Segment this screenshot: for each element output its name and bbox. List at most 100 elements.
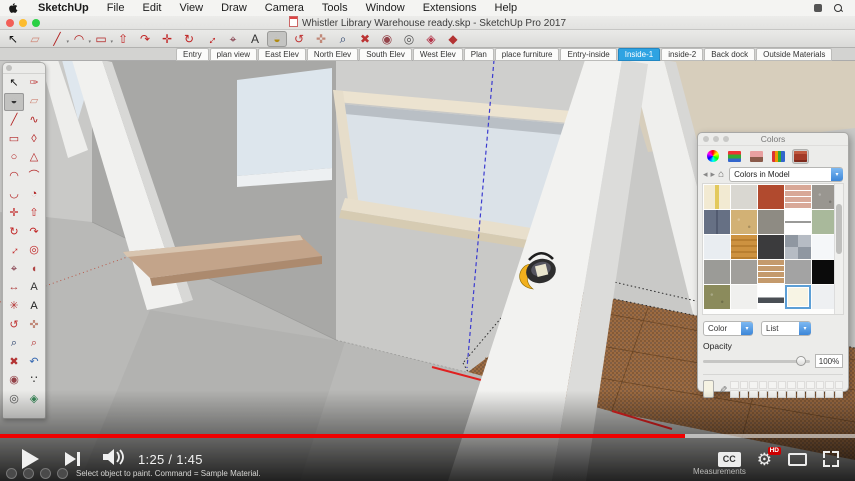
scene-tab-outside-materials[interactable]: Outside Materials xyxy=(756,47,833,61)
color-well[interactable] xyxy=(834,380,843,389)
dimension-tool-icon[interactable]: ↔ xyxy=(4,279,24,298)
material-swatch[interactable] xyxy=(731,185,757,209)
color-well[interactable] xyxy=(758,380,767,389)
rotate-tool-icon[interactable]: ↻ xyxy=(4,223,24,242)
forward-arrow-icon[interactable]: ▸ xyxy=(711,169,716,180)
color-well[interactable] xyxy=(825,389,834,398)
menu-item-help[interactable]: Help xyxy=(486,2,527,14)
follow-me-tool-icon[interactable]: ↷ xyxy=(135,31,155,47)
rotate-tool-icon[interactable]: ↻ xyxy=(179,31,199,47)
opacity-slider[interactable] xyxy=(703,356,810,366)
text-tool-icon[interactable]: A xyxy=(24,279,44,298)
material-swatch[interactable] xyxy=(704,210,730,234)
material-swatch[interactable] xyxy=(758,235,784,259)
look-around-tool-icon[interactable]: ◎ xyxy=(399,31,419,47)
material-swatch[interactable] xyxy=(731,260,757,284)
zoom-tool-icon[interactable]: ⌕ xyxy=(333,31,353,47)
scene-tab-plan-view[interactable]: plan view xyxy=(209,47,258,61)
scene-tab-entry[interactable]: Entry xyxy=(176,47,209,61)
rotated-rectangle-tool-icon[interactable]: ◊ xyxy=(24,130,44,149)
color-well[interactable] xyxy=(815,389,824,398)
menu-extra-icon[interactable] xyxy=(814,4,822,12)
scrollbar-thumb[interactable] xyxy=(836,204,842,254)
material-swatch[interactable] xyxy=(758,185,784,209)
paint-bucket-tool-icon[interactable]: ◒ xyxy=(267,30,287,47)
arc-tool-icon[interactable]: ◠ ▾ xyxy=(69,31,91,47)
menu-item-file[interactable]: File xyxy=(98,2,134,14)
brick-materials-tab[interactable] xyxy=(792,148,809,164)
color-well[interactable] xyxy=(796,389,805,398)
colors-panel-title-bar[interactable]: Colors xyxy=(698,133,848,146)
back-arrow-icon[interactable]: ◂ xyxy=(703,169,708,180)
zoom-window-tool-icon[interactable]: ⌕ xyxy=(24,334,44,353)
select-tool-icon[interactable]: ↖ xyxy=(4,74,24,93)
material-swatch[interactable] xyxy=(704,185,730,209)
rectangle-tool-icon[interactable]: ▭ ▾ xyxy=(91,31,113,47)
section-plane-tool-icon[interactable]: ◈ xyxy=(421,31,441,47)
rectangle-tool-icon[interactable]: ▭ xyxy=(4,130,24,149)
zoom-extents-tool-icon[interactable]: ✖ xyxy=(4,353,24,372)
color-well[interactable] xyxy=(787,389,796,398)
push-pull-tool-icon[interactable]: ⇧ xyxy=(24,204,44,223)
scene-tab-east-elev[interactable]: East Elev xyxy=(258,47,306,61)
panel-minimize-icon[interactable] xyxy=(713,136,719,142)
eraser-tool-icon[interactable]: ▱ xyxy=(25,31,45,47)
offset-tool-icon[interactable]: ◎ xyxy=(24,241,44,260)
panel-zoom-icon[interactable] xyxy=(723,136,729,142)
walk-tool-icon[interactable]: ∵ xyxy=(24,372,44,391)
scene-tab-back-dock[interactable]: Back dock xyxy=(704,47,756,61)
play-button[interactable] xyxy=(22,449,39,469)
material-swatch[interactable] xyxy=(704,260,730,284)
color-sliders-tab[interactable] xyxy=(726,149,743,164)
scene-tab-north-elev[interactable]: North Elev xyxy=(306,47,359,61)
line-tool-icon[interactable]: ╱ xyxy=(4,111,24,130)
color-well[interactable] xyxy=(787,380,796,389)
3d-text-tool-icon[interactable]: A xyxy=(24,297,44,316)
look-around-tool-icon[interactable]: ◎ xyxy=(4,390,24,409)
two-point-arc-tool-icon[interactable]: ⌒ xyxy=(24,167,44,186)
volume-button[interactable] xyxy=(102,448,124,471)
arc-tool-icon[interactable]: ◠ xyxy=(4,167,24,186)
material-swatch[interactable] xyxy=(785,210,811,234)
scale-tool-icon[interactable]: ↔ xyxy=(4,241,24,260)
color-well[interactable] xyxy=(815,380,824,389)
orbit-tool-icon[interactable]: ↺ xyxy=(289,31,309,47)
scene-tab-place-furniture[interactable]: place furniture xyxy=(494,47,560,61)
opacity-slider-thumb[interactable] xyxy=(796,356,806,366)
color-well[interactable] xyxy=(777,380,786,389)
tool-palette-title-bar[interactable] xyxy=(3,63,45,74)
color-well[interactable] xyxy=(834,389,843,398)
swatch-scrollbar[interactable] xyxy=(834,184,843,314)
material-swatch[interactable] xyxy=(731,285,757,309)
material-swatch[interactable] xyxy=(704,235,730,259)
captions-button[interactable]: CC xyxy=(717,451,741,467)
scene-tab-entry-inside[interactable]: Entry-inside xyxy=(560,47,617,61)
eraser-tool-icon[interactable]: ▱ xyxy=(24,93,44,112)
image-palettes-tab[interactable] xyxy=(748,149,765,164)
orbit-tool-icon[interactable]: ↺ xyxy=(4,316,24,335)
move-tool-icon[interactable]: ✛ xyxy=(157,31,177,47)
move-tool-icon[interactable]: ✛ xyxy=(4,204,24,223)
pie-tool-icon[interactable]: ◔ xyxy=(24,186,44,205)
color-well[interactable] xyxy=(749,380,758,389)
color-mode-select[interactable]: Color ▾ xyxy=(703,321,753,336)
paint-bucket-tool-icon[interactable]: ◒ xyxy=(4,92,24,112)
push-pull-tool-icon[interactable]: ⇧ xyxy=(113,31,133,47)
position-camera-tool-icon[interactable]: ◉ xyxy=(4,372,24,391)
color-well[interactable] xyxy=(730,380,739,389)
zoom-tool-icon[interactable]: ⌕ xyxy=(4,334,24,353)
scale-tool-icon[interactable]: ↔ xyxy=(201,29,221,47)
color-well[interactable] xyxy=(739,389,748,398)
materials-tool-icon[interactable]: ◆ xyxy=(443,31,463,47)
sample-pencil-icon[interactable]: ✎ xyxy=(716,385,727,393)
position-camera-tool-icon[interactable]: ◉ xyxy=(377,31,397,47)
fullscreen-button[interactable] xyxy=(823,451,839,467)
lasso-tool-icon[interactable]: ✑ xyxy=(24,74,44,93)
scene-tab-south-elev[interactable]: South Elev xyxy=(359,47,412,61)
tape-measure-tool-icon[interactable]: ⌖ xyxy=(4,260,24,279)
color-well[interactable] xyxy=(730,389,739,398)
color-well[interactable] xyxy=(806,389,815,398)
miniplayer-button[interactable] xyxy=(788,452,807,466)
material-swatch[interactable] xyxy=(731,235,757,259)
color-well[interactable] xyxy=(768,389,777,398)
